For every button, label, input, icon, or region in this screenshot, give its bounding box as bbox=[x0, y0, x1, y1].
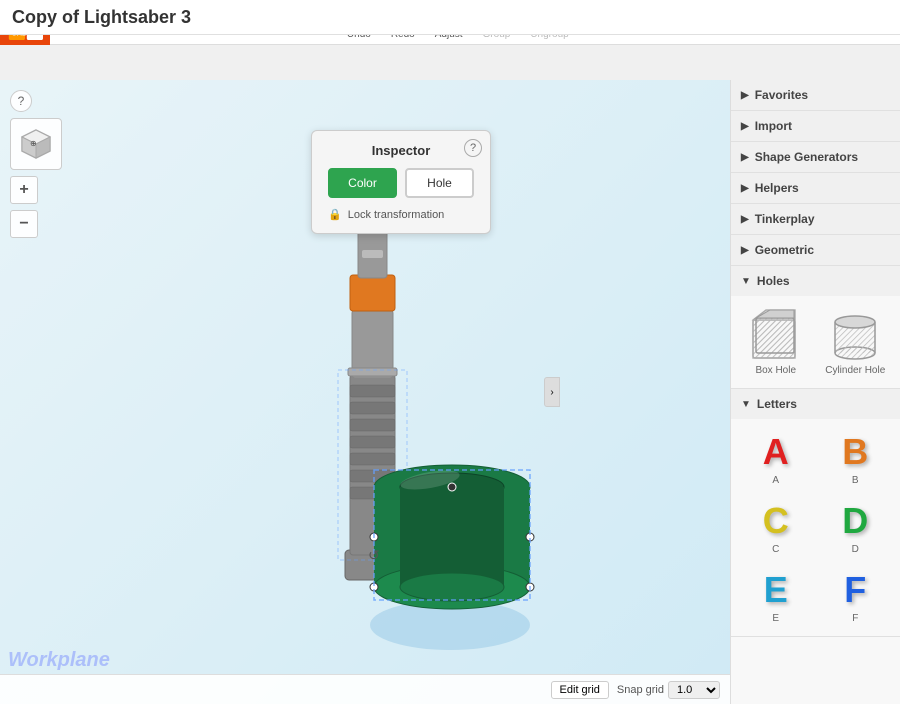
holes-label: Holes bbox=[757, 274, 790, 288]
letter-B-shape: B bbox=[842, 431, 868, 473]
hole-button[interactable]: Hole bbox=[405, 168, 474, 198]
letters-content: A A B B C C D D bbox=[731, 419, 900, 636]
letter-C-item[interactable]: C C bbox=[739, 496, 813, 559]
lock-row[interactable]: 🔒 Lock transformation bbox=[328, 208, 474, 221]
geometric-header[interactable]: ▶ Geometric bbox=[731, 235, 900, 265]
color-button[interactable]: Color bbox=[328, 168, 397, 198]
favorites-header[interactable]: ▶ Favorites bbox=[731, 80, 900, 110]
letter-D-shape: D bbox=[842, 500, 868, 542]
geometric-section: ▶ Geometric bbox=[731, 235, 900, 266]
tinkerplay-section: ▶ Tinkerplay bbox=[731, 204, 900, 235]
import-arrow: ▶ bbox=[741, 121, 749, 132]
letter-E-item[interactable]: E E bbox=[739, 565, 813, 628]
letter-E-shape: E bbox=[764, 569, 788, 611]
cylinder-hole-item[interactable]: Cylinder Hole bbox=[819, 304, 893, 380]
import-section: ▶ Import bbox=[731, 111, 900, 142]
project-title[interactable]: Copy of Lightsaber 3 bbox=[12, 7, 191, 28]
letter-D-label: D bbox=[852, 544, 859, 555]
box-hole-label: Box Hole bbox=[755, 365, 796, 376]
shape-generators-arrow: ▶ bbox=[741, 152, 749, 163]
geometric-arrow: ▶ bbox=[741, 245, 749, 256]
box-hole-item[interactable]: Box Hole bbox=[739, 304, 813, 380]
letter-F-shape: F bbox=[844, 569, 866, 611]
snap-grid-label: Snap grid bbox=[617, 684, 664, 696]
tinkerplay-label: Tinkerplay bbox=[755, 212, 815, 226]
favorites-section: ▶ Favorites bbox=[731, 80, 900, 111]
geometric-label: Geometric bbox=[755, 243, 814, 257]
title-area: Copy of Lightsaber 3 bbox=[0, 0, 900, 35]
inspector-panel: Inspector ? Color Hole 🔒 Lock transforma… bbox=[311, 130, 491, 234]
letters-section: ▼ Letters A A B B C bbox=[731, 389, 900, 637]
helpers-label: Helpers bbox=[755, 181, 799, 195]
letters-label: Letters bbox=[757, 397, 797, 411]
left-controls: ? ⊕ + − bbox=[10, 90, 62, 238]
lock-icon: 🔒 bbox=[328, 208, 342, 221]
inspector-buttons: Color Hole bbox=[328, 168, 474, 198]
helpers-arrow: ▶ bbox=[741, 183, 749, 194]
letter-A-shape: A bbox=[763, 431, 789, 473]
shape-generators-label: Shape Generators bbox=[755, 150, 858, 164]
inspector-title: Inspector bbox=[328, 143, 474, 158]
lock-label: Lock transformation bbox=[348, 209, 445, 221]
svg-text:⊕: ⊕ bbox=[30, 139, 37, 148]
letter-B-label: B bbox=[852, 475, 859, 486]
collapse-panel-button[interactable]: › bbox=[544, 377, 560, 407]
letter-E-label: E bbox=[772, 613, 779, 624]
letter-D-item[interactable]: D D bbox=[819, 496, 893, 559]
canvas-area[interactable]: ↺ ? ⊕ + − Inspector ? Color H bbox=[0, 80, 730, 704]
snap-grid-select[interactable]: 1.0 0.5 0.25 2.0 bbox=[668, 681, 720, 699]
import-header[interactable]: ▶ Import bbox=[731, 111, 900, 141]
zoom-in-button[interactable]: + bbox=[10, 176, 38, 204]
letters-arrow: ▼ bbox=[741, 399, 751, 410]
import-label: Import bbox=[755, 119, 792, 133]
tinkerplay-header[interactable]: ▶ Tinkerplay bbox=[731, 204, 900, 234]
tinkerplay-arrow: ▶ bbox=[741, 214, 749, 225]
zoom-out-button[interactable]: − bbox=[10, 210, 38, 238]
letter-C-shape: C bbox=[763, 500, 789, 542]
edit-grid-button[interactable]: Edit grid bbox=[551, 681, 609, 699]
letter-F-item[interactable]: F F bbox=[819, 565, 893, 628]
snap-grid-control: Snap grid 1.0 0.5 0.25 2.0 bbox=[617, 681, 720, 699]
letter-B-item[interactable]: B B bbox=[819, 427, 893, 490]
letter-F-label: F bbox=[852, 613, 858, 624]
holes-content: Box Hole bbox=[731, 296, 900, 388]
letter-A-label: A bbox=[772, 475, 779, 486]
helpers-section: ▶ Helpers bbox=[731, 173, 900, 204]
main-content: ↺ ? ⊕ + − Inspector ? Color H bbox=[0, 80, 900, 704]
holes-grid: Box Hole bbox=[739, 304, 892, 380]
help-button[interactable]: ? bbox=[10, 90, 32, 112]
inspector-help-icon[interactable]: ? bbox=[464, 139, 482, 157]
letter-A-item[interactable]: A A bbox=[739, 427, 813, 490]
holes-arrow: ▼ bbox=[741, 276, 751, 287]
letters-grid: A A B B C C D D bbox=[739, 427, 892, 628]
letters-header[interactable]: ▼ Letters bbox=[731, 389, 900, 419]
bottom-bar: Edit grid Snap grid 1.0 0.5 0.25 2.0 bbox=[0, 674, 730, 704]
right-panel: ▶ Favorites ▶ Import ▶ Shape Generators … bbox=[730, 80, 900, 704]
holes-header[interactable]: ▼ Holes bbox=[731, 266, 900, 296]
helpers-header[interactable]: ▶ Helpers bbox=[731, 173, 900, 203]
shape-generators-section: ▶ Shape Generators bbox=[731, 142, 900, 173]
shape-generators-header[interactable]: ▶ Shape Generators bbox=[731, 142, 900, 172]
favorites-label: Favorites bbox=[755, 88, 808, 102]
favorites-arrow: ▶ bbox=[741, 90, 749, 101]
svg-text:↺: ↺ bbox=[368, 547, 380, 563]
letter-C-label: C bbox=[772, 544, 779, 555]
holes-section: ▼ Holes bbox=[731, 266, 900, 389]
cylinder-hole-label: Cylinder Hole bbox=[825, 365, 885, 376]
nav-cube[interactable]: ⊕ bbox=[10, 118, 62, 170]
